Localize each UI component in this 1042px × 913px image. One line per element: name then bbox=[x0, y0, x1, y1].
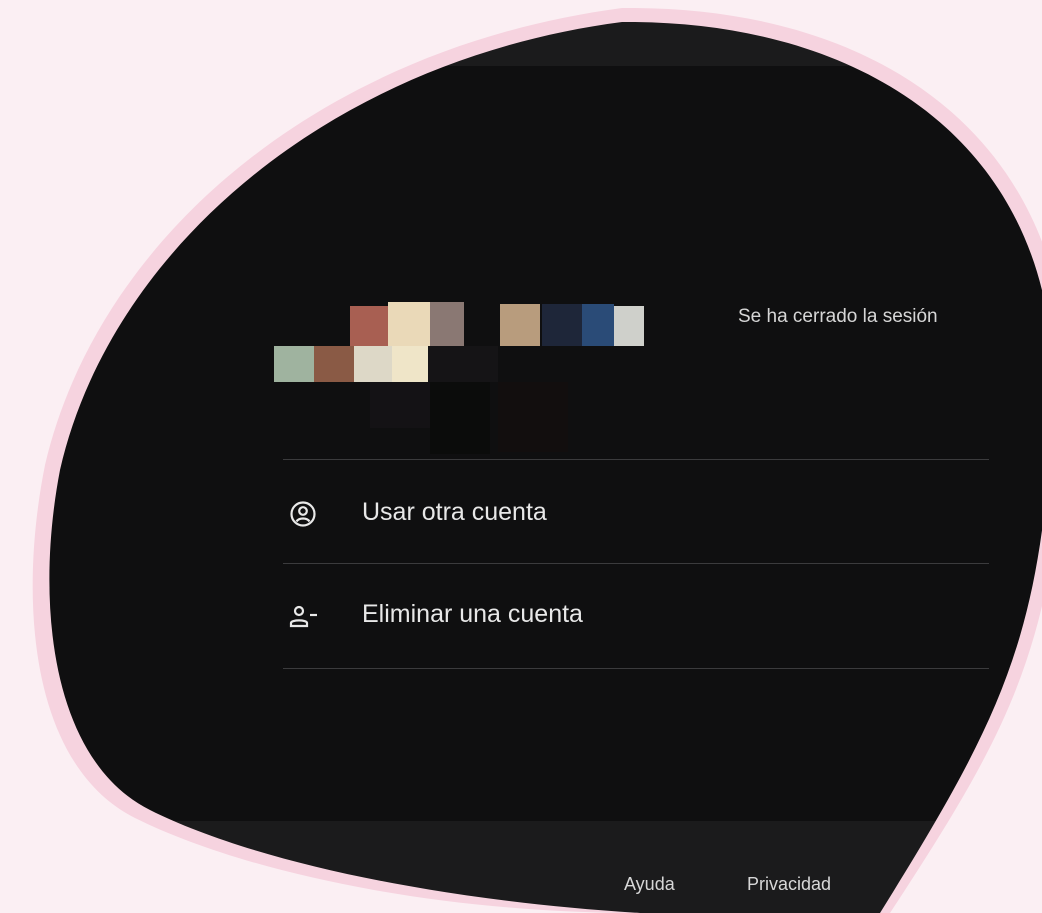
divider-middle bbox=[283, 563, 989, 564]
divider-top bbox=[283, 459, 989, 460]
signed-out-status: Se ha cerrado la sesión bbox=[738, 306, 938, 327]
privacy-link[interactable]: Privacidad bbox=[747, 874, 831, 895]
remove-account-label: Eliminar una cuenta bbox=[362, 600, 583, 628]
redacted-account-avatar[interactable] bbox=[270, 296, 670, 466]
account-circle-icon bbox=[289, 500, 317, 528]
person-remove-icon bbox=[289, 602, 321, 630]
remove-account-button[interactable]: Eliminar una cuenta bbox=[283, 566, 989, 666]
divider-bottom bbox=[283, 668, 989, 669]
help-link[interactable]: Ayuda bbox=[624, 874, 675, 895]
use-other-account-button[interactable]: Usar otra cuenta bbox=[283, 464, 989, 564]
use-other-account-label: Usar otra cuenta bbox=[362, 498, 547, 526]
screenshot-stage: Se ha cerrado la sesión Usar otra cuenta… bbox=[0, 0, 1042, 913]
